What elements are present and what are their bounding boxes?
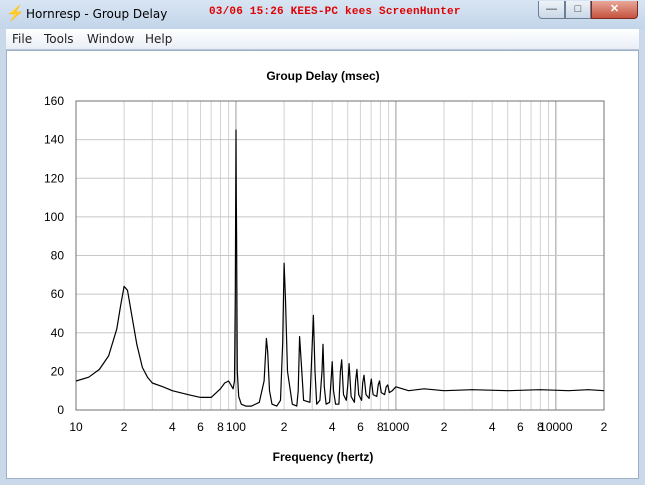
x-tick-label: 4 — [169, 420, 176, 434]
x-axis-label: Frequency (hertz) — [273, 450, 374, 464]
x-tick-label: 6 — [357, 420, 364, 434]
y-tick-label: 140 — [44, 133, 64, 147]
y-tick-label: 60 — [51, 287, 65, 301]
x-tick-label: 4 — [489, 420, 496, 434]
y-axis-ticks: 0 20 40 60 80 100 120 140 160 — [44, 94, 64, 417]
title-bar[interactable]: ⚡ Hornresp - Group Delay 03/06 15:26 KEE… — [0, 0, 645, 29]
menu-bar: File Tools Window Help — [6, 29, 639, 50]
grid-lines — [76, 101, 604, 410]
chart-panel: Group Delay (msec) Frequency (hertz) 0 20… — [6, 50, 639, 479]
x-tick-label: 10 — [69, 420, 83, 434]
menu-window[interactable]: Window — [87, 32, 134, 46]
x-tick-label: 6 — [517, 420, 524, 434]
x-tick-label: 2 — [441, 420, 448, 434]
x-tick-label: 6 — [197, 420, 204, 434]
x-tick-label: 2 — [121, 420, 128, 434]
app-window: ⚡ Hornresp - Group Delay 03/06 15:26 KEE… — [0, 0, 645, 485]
y-tick-label: 120 — [44, 171, 64, 185]
screenhunter-watermark: 03/06 15:26 KEES-PC kees ScreenHunter — [209, 6, 461, 18]
x-tick-label: 8 — [217, 420, 224, 434]
series-group — [75, 129, 605, 407]
x-tick-label: 2 — [601, 420, 608, 434]
x-tick-label: 2 — [281, 420, 288, 434]
minimize-button[interactable]: — — [538, 1, 565, 19]
window-title: Hornresp - Group Delay — [26, 7, 168, 21]
menu-file[interactable]: File — [12, 32, 32, 46]
maximize-button[interactable]: □ — [565, 1, 591, 19]
series-line-group-delay — [75, 129, 605, 407]
x-tick-label: 4 — [329, 420, 336, 434]
y-tick-label: 160 — [44, 94, 64, 108]
chart-title: Group Delay (msec) — [266, 69, 379, 83]
y-tick-label: 100 — [44, 210, 64, 224]
y-tick-label: 0 — [57, 403, 64, 417]
close-button[interactable]: ✕ — [591, 1, 638, 19]
x-axis-ticks: 10 2 4 6 8 100 2 4 6 81000 2 4 6 810000 2 — [69, 420, 607, 434]
menu-tools[interactable]: Tools — [44, 32, 74, 46]
y-tick-label: 40 — [51, 326, 65, 340]
y-tick-label: 80 — [51, 249, 65, 263]
x-tick-label: 100 — [226, 420, 246, 434]
x-tick-label: 1000 — [383, 420, 410, 434]
x-tick-label: 10000 — [539, 420, 573, 434]
group-delay-chart: Group Delay (msec) Frequency (hertz) 020… — [44, 69, 608, 464]
y-tick-label: 20 — [51, 364, 65, 378]
menu-help[interactable]: Help — [145, 32, 172, 46]
lightning-bolt-icon: ⚡ — [6, 5, 25, 22]
